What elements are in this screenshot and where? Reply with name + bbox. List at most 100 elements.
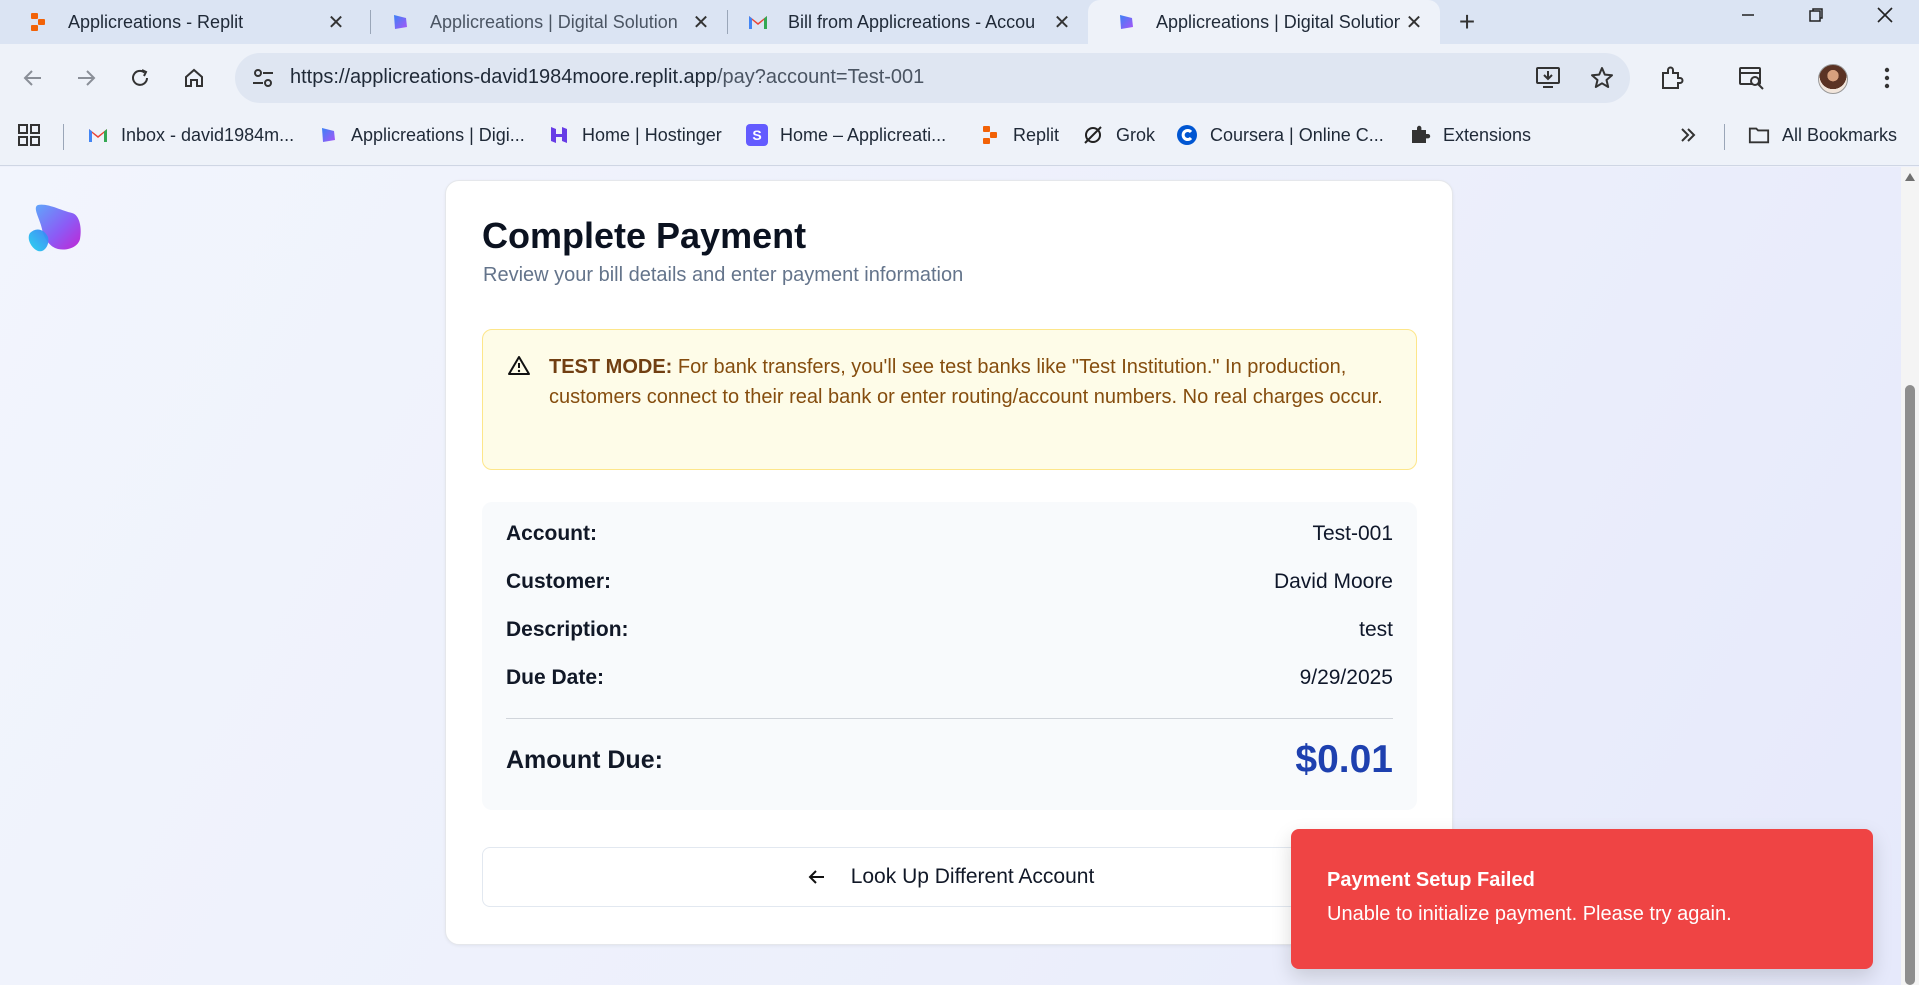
bookmark-label: Applicreations | Digi... — [351, 124, 525, 145]
details-divider — [506, 718, 1393, 719]
new-tab-button[interactable]: + — [1452, 6, 1482, 37]
bookmark-hostinger[interactable]: Home | Hostinger — [548, 124, 722, 146]
browser-toolbar: https://applicreations-david1984moore.re… — [0, 44, 1919, 112]
bookmark-label: Coursera | Online C... — [1210, 124, 1384, 145]
alert-message: For bank transfers, you'll see test bank… — [549, 356, 1383, 408]
scroll-up-arrow-icon[interactable] — [1905, 173, 1915, 181]
alert-label: TEST MODE: — [549, 356, 673, 378]
bookmark-star-icon[interactable] — [1587, 63, 1617, 93]
bookmark-grok[interactable]: Grok — [1082, 124, 1155, 146]
detail-value: test — [1359, 618, 1393, 641]
all-bookmarks-button[interactable]: All Bookmarks — [1748, 124, 1897, 146]
home-icon[interactable] — [176, 60, 212, 96]
bookmarks-bar: Inbox - david1984m... Applicreations | D… — [0, 112, 1919, 166]
profile-avatar[interactable] — [1818, 64, 1848, 94]
bookmark-label: Home – Applicreati... — [780, 124, 947, 145]
bookmark-label: Extensions — [1443, 124, 1532, 145]
reload-icon[interactable] — [122, 60, 158, 96]
applicreations-logo[interactable] — [28, 199, 84, 255]
tab-search-icon[interactable] — [1736, 62, 1768, 94]
close-tab-icon[interactable]: ✕ — [322, 8, 350, 36]
forward-icon[interactable] — [68, 60, 104, 96]
bookmark-home-applicreations[interactable]: S Home – Applicreati... — [746, 124, 946, 146]
back-icon[interactable] — [15, 60, 51, 96]
hostinger-icon — [548, 124, 570, 146]
more-bookmarks-icon[interactable] — [1679, 126, 1697, 144]
detail-value: David Moore — [1273, 570, 1393, 593]
extensions-icon[interactable] — [1656, 62, 1688, 94]
look-up-different-account-button[interactable]: Look Up Different Account — [482, 847, 1417, 907]
grok-icon — [1082, 124, 1104, 146]
page-title: Complete Payment — [482, 215, 807, 256]
detail-value: 9/29/2025 — [1299, 666, 1393, 689]
bookmark-separator — [63, 124, 64, 150]
detail-label: Due Date: — [506, 666, 605, 689]
menu-kebab-icon[interactable] — [1871, 62, 1903, 94]
detail-row-customer: Customer: David Moore — [506, 570, 1393, 594]
bill-details: Account: Test-001 Customer: David Moore … — [482, 502, 1417, 810]
page-subtitle: Review your bill details and enter payme… — [483, 264, 964, 286]
bookmark-label: Replit — [1013, 124, 1060, 145]
arrow-left-icon — [805, 865, 829, 889]
bookmark-extensions[interactable]: Extensions — [1409, 124, 1531, 146]
toast-message: Unable to initialize payment. Please try… — [1327, 903, 1732, 925]
tab-title: Bill from Applicreations - Accou — [788, 11, 1036, 32]
gmail-icon — [748, 12, 768, 32]
puzzle-icon — [1409, 124, 1431, 146]
install-app-icon[interactable] — [1533, 63, 1563, 93]
bookmark-applicreations[interactable]: Applicreations | Digi... — [317, 124, 525, 146]
page-viewport: Complete Payment Review your bill detail… — [0, 167, 1901, 985]
bookmark-coursera[interactable]: Coursera | Online C... — [1176, 124, 1384, 146]
tab-gmail-bill[interactable]: Bill from Applicreations - Accou ✕ — [720, 0, 1088, 44]
tab-applicreations-active[interactable]: Applicreations | Digital Solution ✕ — [1088, 0, 1440, 44]
detail-label: Customer: — [506, 570, 612, 593]
url-path: /pay?account=Test-001 — [716, 66, 925, 88]
page-scrollbar[interactable] — [1901, 167, 1919, 985]
replit-icon — [979, 124, 1001, 146]
tab-title: Applicreations - Replit — [68, 11, 244, 32]
error-toast[interactable]: Payment Setup Failed Unable to initializ… — [1291, 829, 1873, 969]
tab-replit[interactable]: Applicreations - Replit ✕ — [0, 0, 362, 44]
tab-applicreations-1[interactable]: Applicreations | Digital Solution ✕ — [362, 0, 727, 44]
tab-title: Applicreations | Digital Solution — [1156, 11, 1400, 32]
url-text[interactable]: https://applicreations-david1984moore.re… — [290, 66, 924, 89]
detail-row-description: Description: test — [506, 618, 1393, 642]
svg-text:S: S — [752, 127, 761, 143]
close-tab-icon[interactable]: ✕ — [687, 8, 715, 36]
applicreations-icon — [317, 124, 339, 146]
warning-triangle-icon — [507, 354, 531, 378]
close-tab-icon[interactable]: ✕ — [1048, 8, 1076, 36]
test-mode-alert: TEST MODE: For bank transfers, you'll se… — [482, 329, 1417, 470]
stripe-icon: S — [746, 124, 768, 146]
restore-icon[interactable] — [1801, 0, 1831, 30]
detail-row-account: Account: Test-001 — [506, 522, 1393, 546]
detail-value: Test-001 — [1312, 522, 1393, 545]
toast-title: Payment Setup Failed — [1327, 869, 1535, 891]
bookmark-replit[interactable]: Replit — [979, 124, 1059, 146]
detail-label: Description: — [506, 618, 629, 641]
minimize-icon[interactable] — [1733, 0, 1763, 30]
tab-title: Applicreations | Digital Solution — [430, 11, 678, 32]
address-bar[interactable]: https://applicreations-david1984moore.re… — [235, 53, 1630, 103]
close-window-icon[interactable] — [1870, 0, 1900, 30]
site-settings-icon[interactable] — [249, 64, 277, 92]
scrollbar-thumb[interactable] — [1905, 385, 1915, 985]
amount-due-row: Amount Due: $0.01 — [506, 738, 1393, 782]
coursera-icon — [1176, 124, 1198, 146]
detail-row-due-date: Due Date: 9/29/2025 — [506, 666, 1393, 690]
tab-strip: Applicreations - Replit ✕ Applicreations… — [0, 0, 1919, 44]
bookmark-label: Home | Hostinger — [582, 124, 722, 145]
close-tab-icon[interactable]: ✕ — [1400, 8, 1428, 36]
apps-grid-icon[interactable] — [18, 124, 40, 146]
folder-icon — [1748, 124, 1770, 146]
detail-label: Account: — [506, 522, 597, 545]
bookmark-label: Inbox - david1984m... — [121, 124, 295, 145]
alert-text: TEST MODE: For bank transfers, you'll se… — [549, 352, 1389, 412]
bookmark-separator — [1724, 124, 1725, 150]
applicreations-icon — [1116, 12, 1136, 32]
bookmark-label: Grok — [1116, 124, 1156, 145]
amount-due-value: $0.01 — [1295, 738, 1393, 781]
url-host: https://applicreations-david1984moore.re… — [290, 66, 717, 88]
gmail-icon — [87, 124, 109, 146]
bookmark-inbox[interactable]: Inbox - david1984m... — [87, 124, 294, 146]
